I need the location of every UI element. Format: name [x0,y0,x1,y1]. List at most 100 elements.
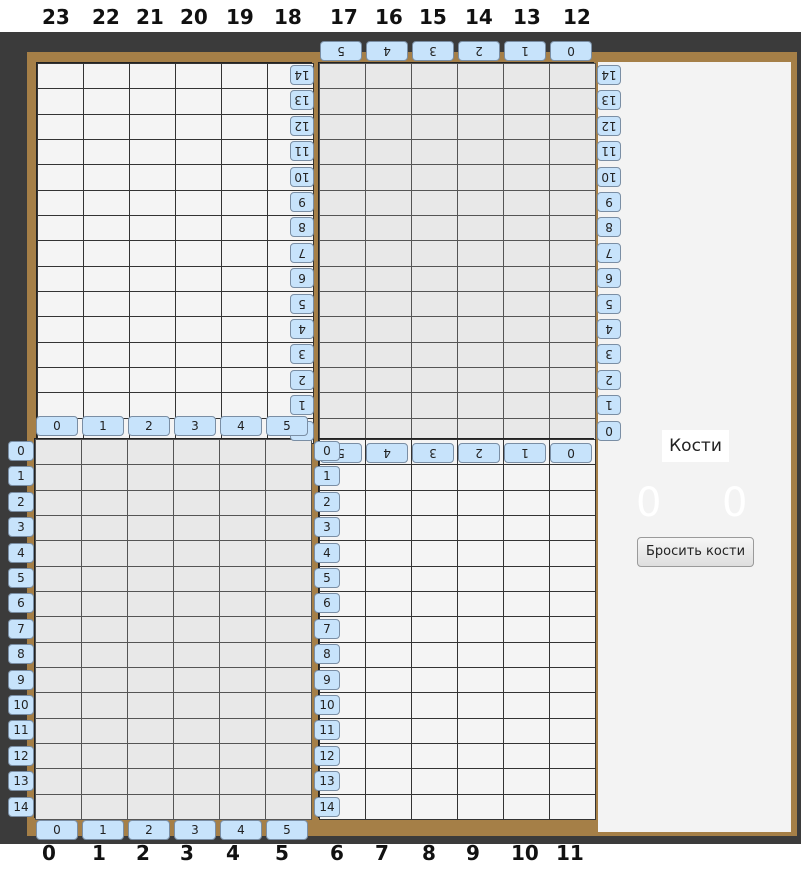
board-cell[interactable] [457,113,504,140]
board-cell[interactable] [81,540,128,567]
board-cell[interactable] [127,717,174,744]
board-cell[interactable] [173,616,220,643]
board-cell[interactable] [411,88,458,115]
board-cell[interactable] [503,489,550,516]
board-cell[interactable] [129,240,176,267]
board-cell[interactable] [221,392,268,419]
board-cell[interactable] [219,793,266,820]
board-cell[interactable] [503,189,550,216]
board-cell[interactable] [219,565,266,592]
board-cell[interactable] [411,591,458,618]
board-cell[interactable] [81,641,128,668]
board-cell[interactable] [221,139,268,166]
board-cell[interactable] [37,341,84,368]
board-cell[interactable] [503,565,550,592]
board-cell[interactable] [127,692,174,719]
board-cell[interactable] [127,641,174,668]
board-cell[interactable] [173,591,220,618]
board-cell[interactable] [549,717,596,744]
board-cell[interactable] [175,240,222,267]
board-cell[interactable] [457,341,504,368]
board-cell[interactable] [365,768,412,795]
board-cell[interactable] [129,291,176,318]
board-cell[interactable] [503,793,550,820]
board-cell[interactable] [503,113,550,140]
board-cell[interactable] [319,291,366,318]
board-cell[interactable] [365,367,412,394]
board-cell[interactable] [319,316,366,343]
board-cell[interactable] [503,641,550,668]
board-cell[interactable] [503,667,550,694]
board-cell[interactable] [37,88,84,115]
board-cell[interactable] [319,113,366,140]
board-cell[interactable] [81,565,128,592]
board-cell[interactable] [265,692,312,719]
board-cell[interactable] [365,139,412,166]
board-cell[interactable] [37,164,84,191]
board-cell[interactable] [411,768,458,795]
board-cell[interactable] [365,240,412,267]
board-cell[interactable] [173,667,220,694]
board-cell[interactable] [457,591,504,618]
board-cell[interactable] [219,591,266,618]
board-cell[interactable] [549,291,596,318]
board-cell[interactable] [365,164,412,191]
board-cell[interactable] [549,768,596,795]
board-cell[interactable] [549,793,596,820]
board-cell[interactable] [319,164,366,191]
board-cell[interactable] [457,743,504,770]
board-cell[interactable] [365,88,412,115]
board-cell[interactable] [457,793,504,820]
board-cell[interactable] [35,540,82,567]
board-cell[interactable] [503,540,550,567]
board-cell[interactable] [37,367,84,394]
board-cell[interactable] [173,793,220,820]
board-cell[interactable] [365,63,412,90]
board-cell[interactable] [35,515,82,542]
board-cell[interactable] [219,667,266,694]
board-cell[interactable] [549,189,596,216]
board-cell[interactable] [83,139,130,166]
board-cell[interactable] [173,464,220,491]
board-cell[interactable] [549,540,596,567]
board-cell[interactable] [35,768,82,795]
board-cell[interactable] [549,113,596,140]
board-cell[interactable] [173,641,220,668]
board-cell[interactable] [221,88,268,115]
board-cell[interactable] [365,717,412,744]
board-cell[interactable] [365,392,412,419]
board-cell[interactable] [83,316,130,343]
board-cell[interactable] [365,189,412,216]
board-cell[interactable] [175,341,222,368]
board-cell[interactable] [503,515,550,542]
board-cell[interactable] [319,392,366,419]
board-cell[interactable] [265,591,312,618]
board-cell[interactable] [411,464,458,491]
board-cell[interactable] [129,139,176,166]
board-cell[interactable] [129,265,176,292]
board-cell[interactable] [173,717,220,744]
board-cell[interactable] [411,215,458,242]
board-cell[interactable] [265,439,312,466]
board-cell[interactable] [365,316,412,343]
board-cell[interactable] [549,641,596,668]
board-cell[interactable] [549,139,596,166]
board-cell[interactable] [35,591,82,618]
board-cell[interactable] [127,439,174,466]
board-cell[interactable] [265,793,312,820]
board-cell[interactable] [319,63,366,90]
board-cell[interactable] [457,768,504,795]
board-cell[interactable] [549,616,596,643]
board-cell[interactable] [219,439,266,466]
board-cell[interactable] [503,240,550,267]
board-cell[interactable] [411,692,458,719]
board-cell[interactable] [411,139,458,166]
board-cell[interactable] [457,291,504,318]
board-cell[interactable] [37,63,84,90]
board-cell[interactable] [411,489,458,516]
board-cell[interactable] [81,439,128,466]
board-cell[interactable] [365,540,412,567]
board-cell[interactable] [319,265,366,292]
board-cell[interactable] [365,616,412,643]
board-cell[interactable] [365,793,412,820]
